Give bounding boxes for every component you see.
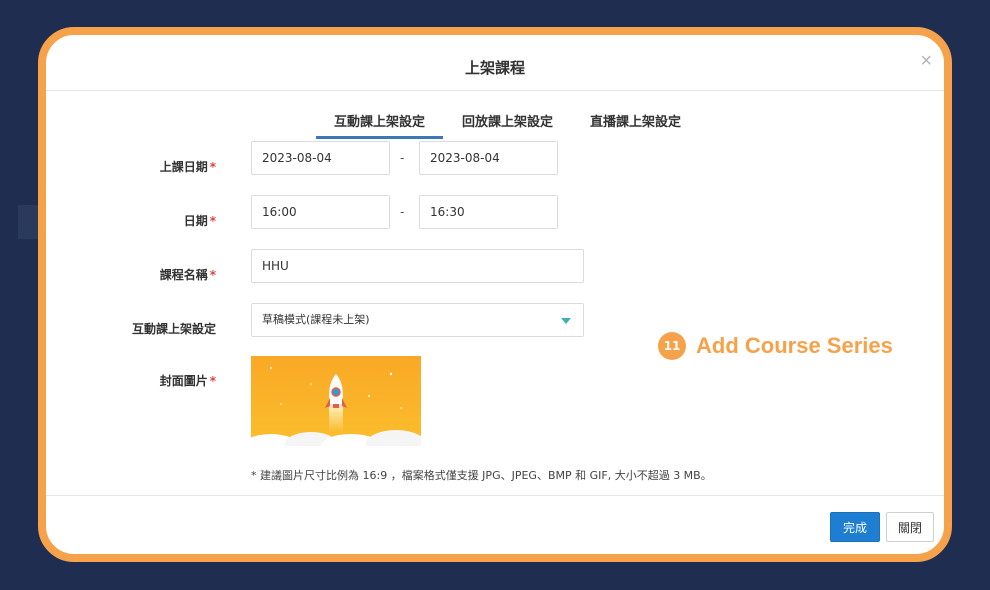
interactive-setting-select[interactable]: 草稿模式(課程未上架) bbox=[251, 303, 584, 337]
class-date-start-input[interactable]: 2023-08-04 bbox=[251, 141, 390, 175]
required-mark: * bbox=[209, 214, 216, 228]
step-number-badge: 11 bbox=[658, 332, 686, 360]
time-separator: - bbox=[400, 205, 405, 219]
class-date-label: 上課日期 * bbox=[46, 158, 216, 175]
modal-title: 上架課程 bbox=[464, 59, 525, 77]
class-date-label-text: 上課日期 bbox=[159, 160, 208, 174]
selected-value: 草稿模式(課程未上架) bbox=[262, 313, 370, 326]
tab-replay[interactable]: 回放課上架設定 bbox=[444, 103, 571, 139]
time-start-input[interactable]: 16:00 bbox=[251, 195, 390, 229]
confirm-button[interactable]: 完成 bbox=[830, 512, 880, 542]
step-annotation-text: Add Course Series bbox=[696, 333, 893, 358]
course-name-label: 課程名稱 * bbox=[46, 266, 216, 283]
interactive-setting-label: 互動課上架設定 bbox=[131, 322, 216, 336]
course-name-label-text: 課程名稱 bbox=[159, 268, 208, 282]
highlight-frame: 上架課程 × 互動課上架設定 回放課上架設定 直播課上架設定 上課日期 * 202… bbox=[38, 27, 952, 562]
class-date-end-input[interactable]: 2023-08-04 bbox=[419, 141, 558, 175]
cover-hint: * 建議圖片尺寸比例為 16:9 ，檔案格式僅支援 JPG、JPEG、BMP 和… bbox=[251, 469, 712, 482]
cover-image[interactable] bbox=[251, 356, 421, 452]
course-name-input[interactable]: HHU bbox=[251, 249, 584, 283]
tab-live[interactable]: 直播課上架設定 bbox=[572, 103, 699, 139]
cover-label-text: 封面圖片 bbox=[159, 374, 208, 388]
step-annotation: 11 Add Course Series bbox=[658, 332, 893, 360]
time-end-input[interactable]: 16:30 bbox=[419, 195, 558, 229]
chevron-down-icon bbox=[561, 318, 571, 324]
rocket-illustration bbox=[251, 356, 421, 452]
tab-interactive[interactable]: 互動課上架設定 bbox=[316, 103, 444, 139]
required-mark: * bbox=[209, 268, 216, 282]
date-separator: - bbox=[400, 151, 405, 165]
tab-bar: 互動課上架設定 回放課上架設定 直播課上架設定 bbox=[316, 103, 700, 139]
cover-label: 封面圖片 * bbox=[46, 372, 216, 389]
modal-footer: 完成 關閉 bbox=[46, 495, 944, 554]
modal-header: 上架課程 × bbox=[46, 35, 944, 91]
required-mark: * bbox=[209, 160, 216, 174]
close-icon[interactable]: × bbox=[920, 51, 932, 71]
time-label-text: 日期 bbox=[183, 214, 208, 228]
time-label: 日期 * bbox=[46, 212, 216, 229]
close-button[interactable]: 關閉 bbox=[886, 512, 934, 542]
required-mark: * bbox=[209, 374, 216, 388]
